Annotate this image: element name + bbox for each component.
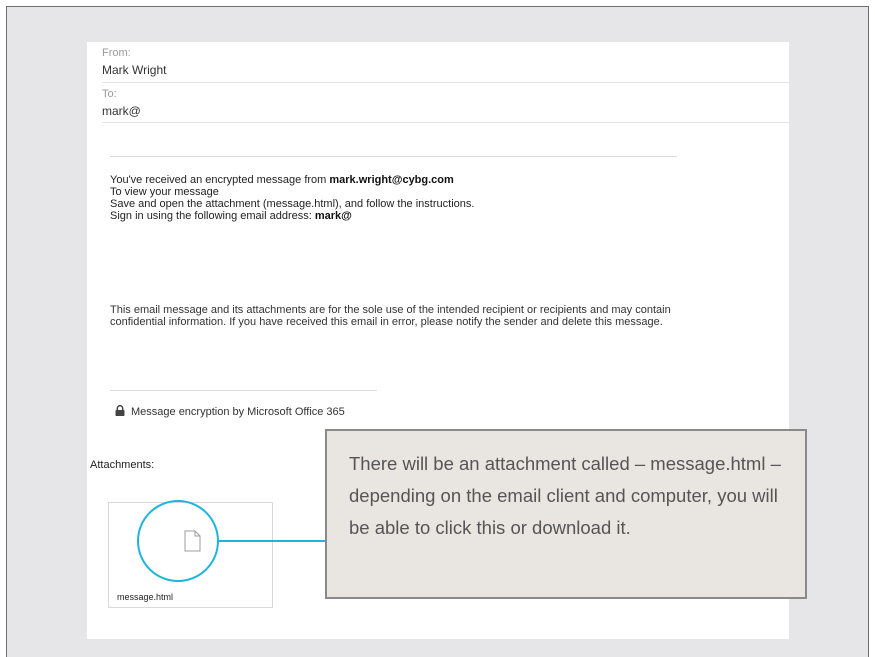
to-value[interactable]: mark@ — [102, 104, 141, 118]
confidentiality-disclaimer: This email message and its attachments a… — [110, 304, 671, 328]
file-icon — [184, 530, 201, 557]
attachments-label: Attachments: — [90, 459, 155, 471]
encrypted-message-notice: You've received an encrypted message fro… — [110, 174, 454, 186]
header-divider — [102, 82, 789, 83]
body-divider — [110, 156, 677, 157]
encryption-note: Message encryption by Microsoft Office 3… — [115, 405, 345, 419]
callout-connector — [219, 540, 326, 542]
from-value[interactable]: Mark Wright — [102, 63, 166, 77]
open-attachment-instruction: Save and open the attachment (message.ht… — [110, 198, 475, 210]
footer-divider — [110, 390, 377, 391]
lock-icon — [115, 405, 125, 419]
encryption-note-text: Message encryption by Microsoft Office 3… — [131, 406, 345, 418]
callout-box: There will be an attachment called – mes… — [325, 429, 807, 599]
sign-in-address: mark@ — [314, 210, 352, 222]
to-label: To: — [102, 88, 117, 100]
attachment-message-html[interactable]: message.html — [108, 502, 273, 608]
sign-in-instruction: Sign in using the following email addres… — [110, 210, 352, 222]
header-divider — [102, 122, 789, 123]
view-message-heading: To view your message — [110, 186, 219, 198]
attachment-file-name: message.html — [117, 592, 174, 602]
sender-address: mark.wright@cybg.com — [329, 174, 454, 186]
callout-text: There will be an attachment called – mes… — [349, 453, 781, 538]
from-label: From: — [102, 47, 131, 59]
